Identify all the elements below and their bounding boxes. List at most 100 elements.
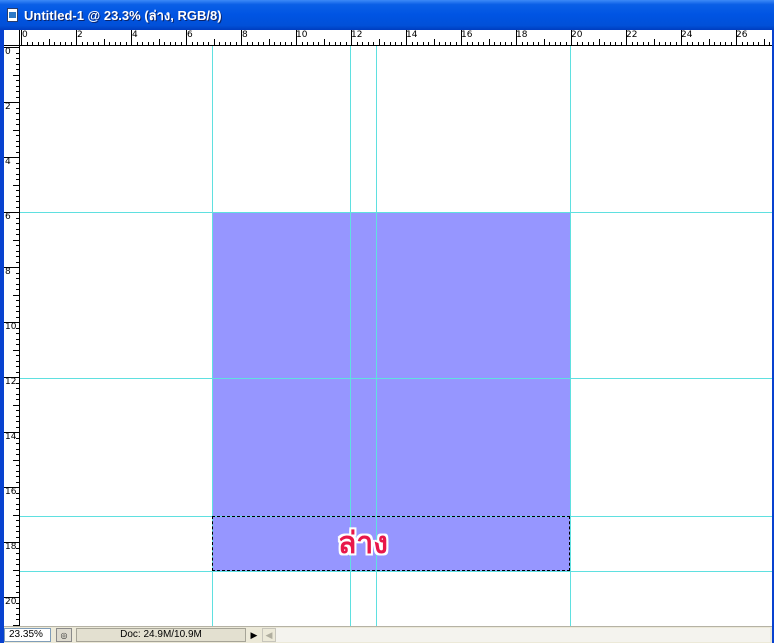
ruler-tick	[16, 482, 19, 483]
horizontal-guide[interactable]	[20, 571, 772, 572]
ruler-tick	[549, 42, 550, 45]
scroll-left-icon[interactable]: ◀	[262, 628, 276, 642]
ruler-tick	[16, 311, 19, 312]
horizontal-ruler[interactable]: 0 2 4 6 8 10 12 14 16 18 20 22 24 26	[20, 30, 772, 46]
ruler-tick	[16, 124, 19, 125]
ruler-tick	[692, 42, 693, 45]
ruler-tick	[291, 42, 292, 45]
ruler-tick	[142, 42, 143, 45]
ruler-tick	[16, 80, 19, 81]
ruler-tick	[769, 42, 770, 45]
ruler-tick	[373, 42, 374, 45]
ruler-tick	[16, 58, 19, 59]
ruler-tick	[13, 570, 19, 571]
ruler-tick	[522, 42, 523, 45]
ruler-tick	[434, 39, 435, 45]
ruler-tick	[516, 30, 517, 45]
ruler-tick	[16, 119, 19, 120]
ruler-tick	[87, 42, 88, 45]
ruler-tick	[4, 212, 19, 213]
ruler-tick	[505, 42, 506, 45]
ruler-tick	[16, 108, 19, 109]
ruler-tick	[16, 394, 19, 395]
ruler-tick	[16, 399, 19, 400]
ruler-tick	[159, 39, 160, 45]
ruler-tick	[478, 42, 479, 45]
ruler-tick	[16, 493, 19, 494]
ruler-tick	[225, 42, 226, 45]
ruler-label: 12	[351, 30, 363, 40]
selection-marquee[interactable]	[212, 516, 570, 571]
ruler-origin[interactable]	[4, 30, 20, 46]
ruler-tick	[16, 537, 19, 538]
ruler-tick	[16, 333, 19, 334]
horizontal-guide[interactable]	[20, 378, 772, 379]
ruler-tick	[324, 39, 325, 45]
ruler-tick	[731, 42, 732, 45]
ruler-label: 14	[406, 30, 418, 40]
ruler-tick	[54, 42, 55, 45]
ruler-tick	[13, 515, 19, 516]
ruler-tick	[577, 42, 578, 45]
ruler-tick	[16, 438, 19, 439]
zoom-input[interactable]: 23.35%	[4, 628, 51, 642]
ruler-tick	[16, 614, 19, 615]
ruler-tick	[16, 416, 19, 417]
navigator-icon[interactable]: ◎	[56, 628, 72, 642]
ruler-tick	[588, 42, 589, 45]
ruler-label: 20	[571, 30, 583, 40]
document-canvas[interactable]: ล่าง	[20, 46, 772, 626]
ruler-tick	[604, 42, 605, 45]
ruler-tick	[16, 256, 19, 257]
ruler-label: 10	[5, 322, 17, 332]
ruler-label: 0	[5, 47, 11, 57]
ruler-label: 8	[242, 30, 248, 40]
ruler-tick	[758, 42, 759, 45]
horizontal-guide[interactable]	[20, 212, 772, 213]
ruler-tick	[4, 322, 19, 323]
ruler-tick	[698, 42, 699, 45]
ruler-tick	[4, 267, 19, 268]
ruler-tick	[450, 42, 451, 45]
ruler-tick	[43, 42, 44, 45]
ruler-tick	[643, 42, 644, 45]
ruler-tick	[27, 42, 28, 45]
ruler-tick	[16, 592, 19, 593]
triangle-right-icon[interactable]: ▶	[248, 628, 260, 642]
ruler-tick	[16, 135, 19, 136]
ruler-tick	[406, 30, 407, 45]
ruler-tick	[445, 42, 446, 45]
ruler-tick	[16, 174, 19, 175]
ruler-tick	[13, 130, 19, 131]
ruler-tick	[313, 42, 314, 45]
vertical-guide[interactable]	[570, 46, 571, 626]
ruler-tick	[38, 42, 39, 45]
ruler-tick	[423, 42, 424, 45]
ruler-tick	[16, 64, 19, 65]
ruler-tick	[16, 465, 19, 466]
ruler-tick	[230, 42, 231, 45]
ruler-tick	[197, 42, 198, 45]
ruler-tick	[13, 75, 19, 76]
ruler-tick	[16, 548, 19, 549]
ruler-tick	[560, 42, 561, 45]
ruler-label: 20	[5, 597, 17, 607]
ruler-tick	[16, 454, 19, 455]
ruler-label: 10	[296, 30, 308, 40]
ruler-tick	[533, 42, 534, 45]
vertical-ruler[interactable]: 0 2 4 6 8 10 12 14 16 18 20	[4, 46, 20, 626]
ruler-tick	[21, 30, 22, 45]
ruler-label: 14	[5, 432, 17, 442]
title-bar[interactable]: Untitled-1 @ 23.3% (ล่าง, RGB/8)	[0, 0, 774, 30]
text-layer[interactable]: ล่าง	[338, 526, 388, 562]
ruler-tick	[13, 405, 19, 406]
ruler-tick	[219, 42, 220, 45]
horizontal-scrollbar[interactable]	[276, 628, 770, 642]
ruler-tick	[16, 306, 19, 307]
ruler-label: 22	[626, 30, 638, 40]
ruler-tick	[280, 42, 281, 45]
ruler-tick	[16, 344, 19, 345]
ruler-tick	[16, 234, 19, 235]
ruler-tick	[263, 42, 264, 45]
ruler-tick	[472, 42, 473, 45]
